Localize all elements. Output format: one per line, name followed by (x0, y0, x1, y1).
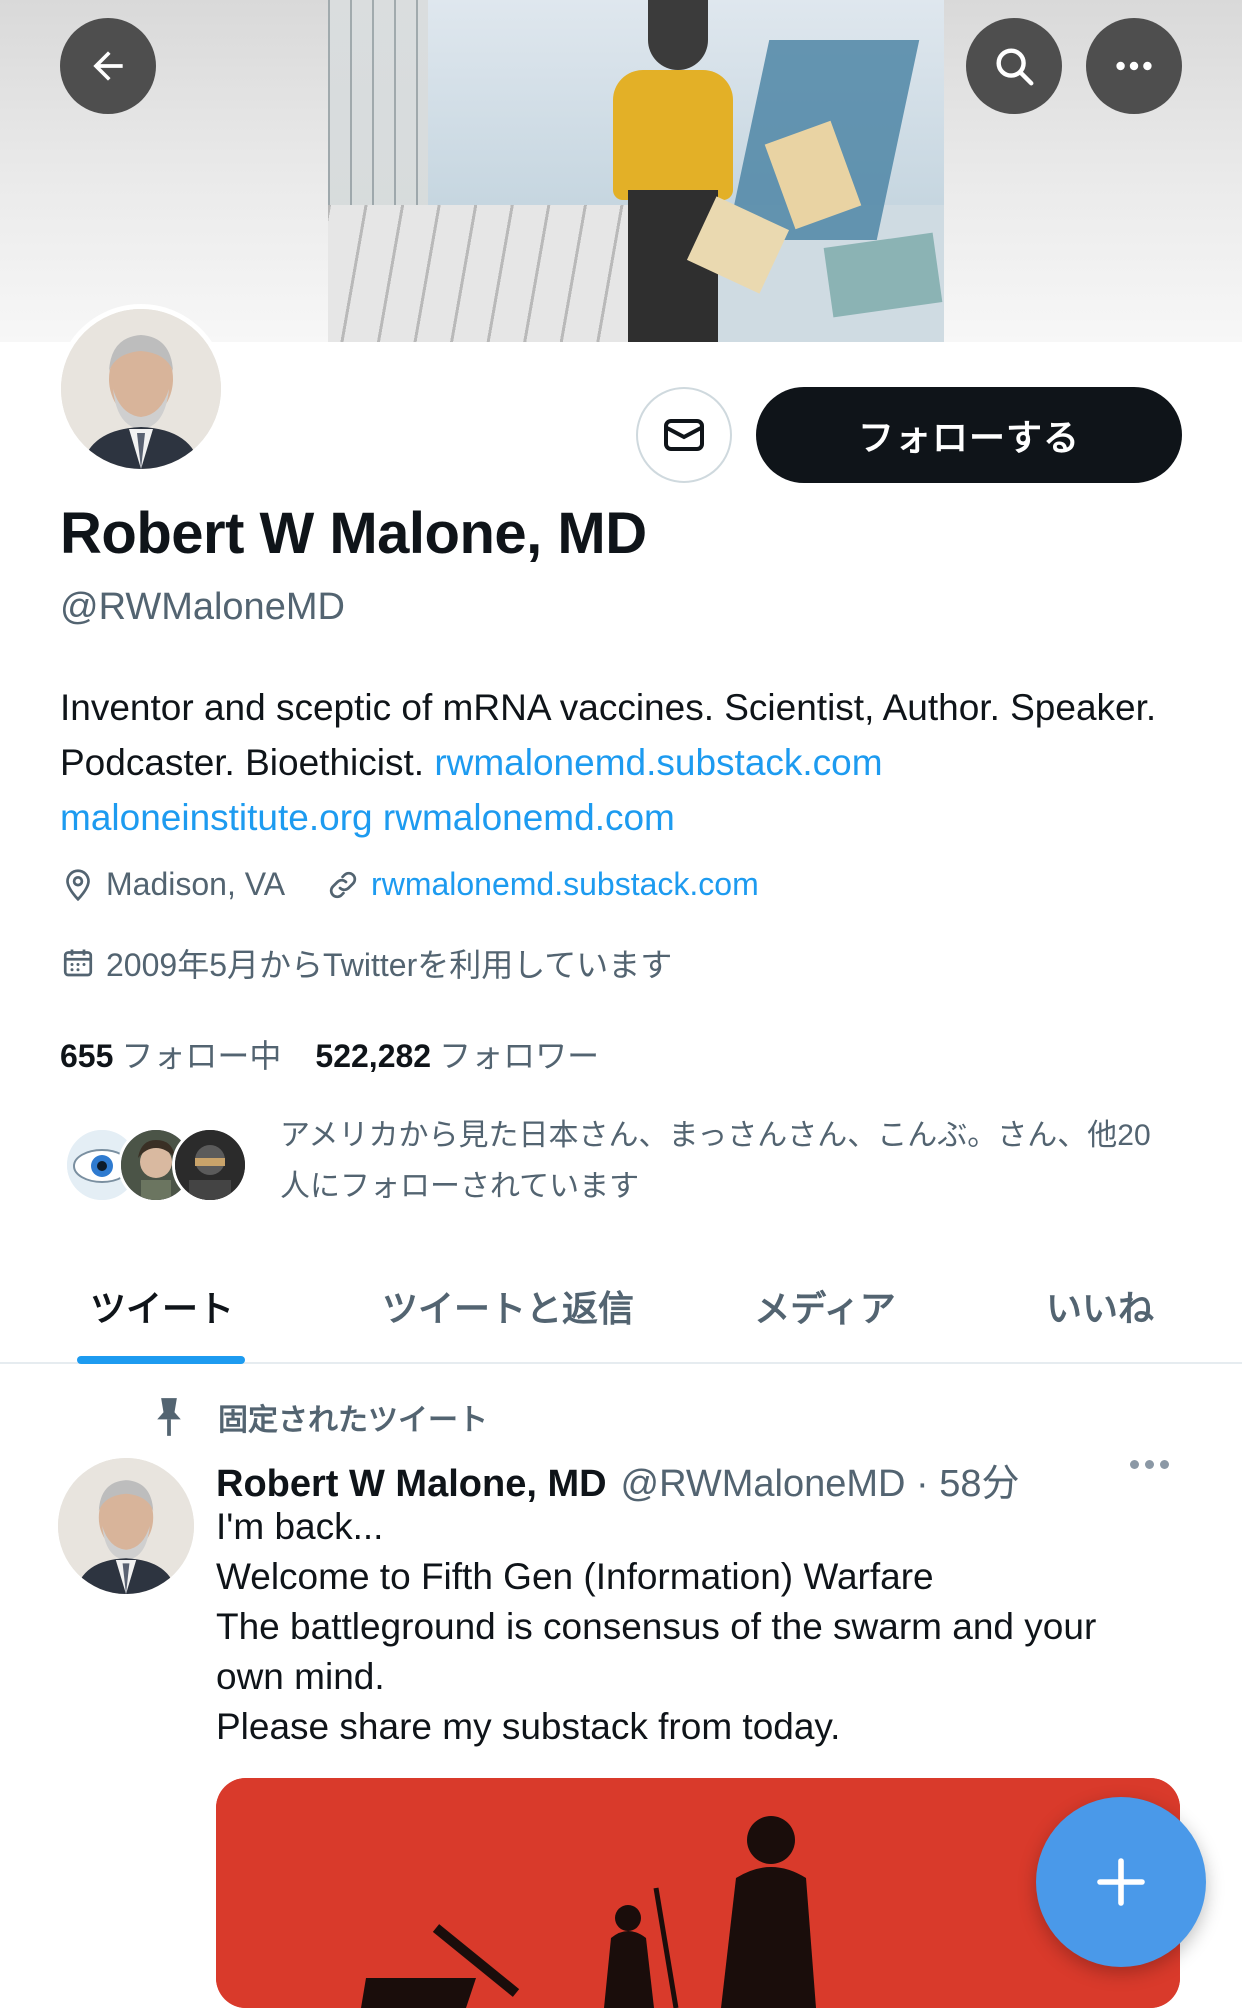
location-pin-icon (66, 868, 90, 901)
search-icon (996, 48, 1034, 86)
bio-link-institute[interactable]: maloneinstitute.org (60, 797, 373, 838)
banner-image (328, 0, 944, 342)
tab-likes-label: いいね (1045, 1288, 1154, 1329)
tweet-media-image[interactable] (216, 1778, 1180, 2008)
profile-meta-row: Madison, VA rwmalonemd.substack.com (60, 866, 759, 903)
joined-text: 2009年5月からTwitterを利用しています (106, 947, 673, 983)
following-count: 655 (60, 1038, 114, 1074)
tab-likes[interactable]: いいね (958, 1250, 1242, 1362)
tweet-author-avatar[interactable] (58, 1458, 194, 1594)
tweet-author-handle[interactable]: @RWMaloneMD (621, 1463, 906, 1506)
tab-tweets-replies[interactable]: ツイートと返信 (324, 1250, 692, 1362)
tab-tweets-label: ツイート (89, 1288, 234, 1329)
bio-link-substack[interactable]: rwmalonemd.substack.com (434, 742, 882, 783)
tweet-time: 58分 (939, 1463, 1020, 1505)
following-stat[interactable]: 655 フォロー中 (60, 1031, 281, 1077)
avatar-portrait (61, 309, 221, 469)
active-tab-indicator (77, 1356, 245, 1364)
tab-tweets[interactable]: ツイート (0, 1250, 324, 1364)
profile-bio: Inventor and sceptic of mRNA vaccines. S… (60, 680, 1190, 845)
followers-label: フォロワー (439, 1038, 600, 1074)
tweet-line: Welcome to Fifth Gen (Information) Warfa… (216, 1556, 934, 1597)
media-silhouette (216, 1778, 1180, 2008)
joined-row: 2009年5月からTwitterを利用しています (60, 940, 672, 986)
pin-icon (157, 1398, 181, 1436)
followers-stat[interactable]: 522,282 フォロワー (315, 1031, 599, 1077)
website-link[interactable]: rwmalonemd.substack.com (371, 866, 759, 903)
tweet-author-name[interactable]: Robert W Malone, MD (216, 1463, 607, 1506)
tab-tweets-replies-label: ツイートと返信 (381, 1288, 634, 1329)
tweet-separator: · (905, 1463, 940, 1505)
follower-avatar[interactable] (172, 1127, 248, 1203)
avatar-portrait (58, 1458, 194, 1594)
tweet-header: Robert W Malone, MD @RWMaloneMD · 58分 (216, 1452, 1020, 1507)
more-dot (1130, 1460, 1139, 1469)
more-icon (1116, 61, 1152, 71)
back-arrow-icon (93, 51, 123, 81)
follow-stats: 655 フォロー中 522,282 フォロワー (60, 1031, 599, 1077)
back-button[interactable] (60, 18, 156, 114)
calendar-icon (63, 949, 93, 977)
followers-count: 522,282 (315, 1038, 432, 1074)
search-button[interactable] (966, 18, 1062, 114)
followed-by-text[interactable]: アメリカから見た日本さん、まっさんさん、こんぶ。さん、他20人にフォローされてい… (280, 1110, 1180, 1212)
display-name: Robert W Malone, MD (60, 501, 647, 566)
tweet-line: I'm back... (216, 1506, 384, 1547)
tweet-more-button[interactable] (1130, 1460, 1169, 1469)
location-text: Madison, VA (106, 866, 286, 902)
tab-media-label: メディア (754, 1288, 896, 1329)
pinned-label: 固定されたツイート (218, 1404, 488, 1437)
pinned-label-row: 固定されたツイート (150, 1395, 488, 1439)
tweet-body: I'm back... Welcome to Fifth Gen (Inform… (216, 1502, 1156, 1752)
compose-tweet-button[interactable] (1036, 1797, 1206, 1967)
plus-icon (1097, 1858, 1145, 1906)
profile-avatar[interactable] (56, 304, 226, 474)
follow-button[interactable]: フォローする (756, 387, 1182, 483)
link-icon (329, 871, 357, 898)
bio-link-website[interactable]: rwmalonemd.com (383, 797, 675, 838)
more-dot (1145, 1460, 1154, 1469)
envelope-icon (664, 419, 704, 451)
tab-media[interactable]: メディア (692, 1250, 958, 1362)
profile-tabs: ツイート ツイートと返信 メディア いいね (0, 1250, 1242, 1364)
more-dot (1160, 1460, 1169, 1469)
more-options-button[interactable] (1086, 18, 1182, 114)
tweet-line: The battleground is consensus of the swa… (216, 1606, 1107, 1697)
following-label: フォロー中 (121, 1038, 282, 1074)
message-button[interactable] (636, 387, 732, 483)
profile-handle: @RWMaloneMD (60, 586, 345, 628)
tweet-line: Please share my substack from today. (216, 1706, 841, 1747)
